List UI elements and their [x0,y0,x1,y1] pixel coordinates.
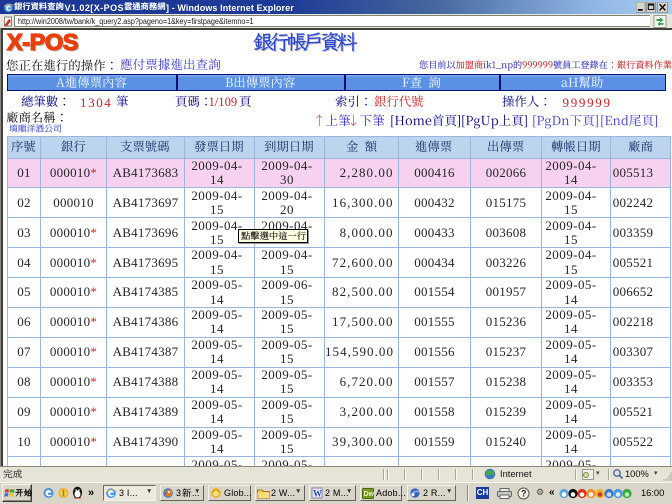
svg-text:?: ? [521,489,527,499]
svg-text:W: W [313,489,322,499]
svg-text:Dw: Dw [364,491,375,498]
